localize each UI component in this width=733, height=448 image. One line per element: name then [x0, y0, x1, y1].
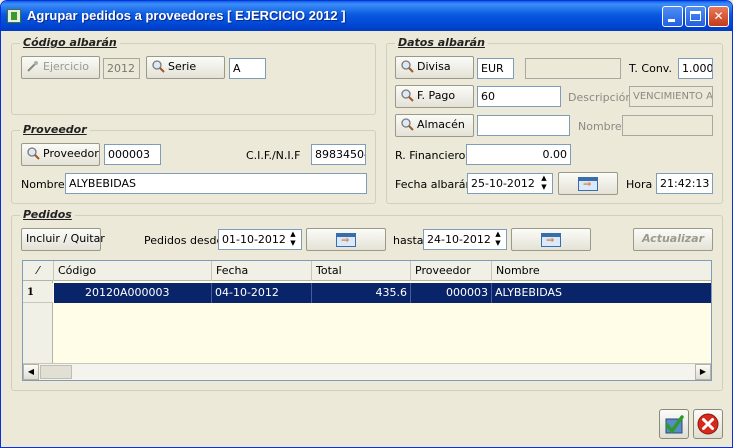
pedidos-hasta-calendar-button[interactable]: [511, 228, 591, 251]
almacen-button[interactable]: Almacén: [395, 114, 474, 137]
datos-albaran-title: Datos albarán: [395, 36, 488, 50]
rfinanciero-field[interactable]: 0.00: [466, 144, 571, 165]
cif-field[interactable]: 89834504: [311, 144, 366, 165]
descripcion-label: Descripción: [568, 91, 633, 104]
app-icon: [7, 9, 21, 23]
cancel-x-icon: [697, 413, 719, 435]
calendar-icon: [578, 177, 598, 191]
incluir-quitar-label: Incluir / Quitar: [26, 232, 105, 245]
proveedor-button[interactable]: Proveedor: [21, 143, 100, 166]
cell-total[interactable]: 435.6: [312, 283, 411, 303]
column-header-total[interactable]: Total: [312, 261, 411, 281]
pedidos-desde-label: Pedidos desde: [144, 234, 224, 247]
cell-proveedor[interactable]: 000003: [411, 283, 492, 303]
serie-field[interactable]: A: [229, 58, 266, 79]
cell-codigo[interactable]: 20120A000003: [54, 283, 212, 303]
scroll-thumb[interactable]: [40, 365, 72, 379]
codigo-albaran-group: Código albarán: [11, 36, 376, 115]
cell-nombre[interactable]: ALYBEBIDAS: [492, 283, 711, 303]
wand-icon: [26, 59, 40, 73]
tconv-field[interactable]: 1.000: [678, 58, 713, 79]
rfinanciero-label: R. Financiero: [395, 149, 466, 162]
proveedor-label: Proveedor: [43, 147, 99, 160]
fecha-albaran-calendar-button[interactable]: [558, 172, 618, 195]
cancel-button[interactable]: [693, 409, 723, 439]
pedidos-desde-calendar-button[interactable]: [306, 228, 386, 251]
grid-header: ⁄ Código Fecha Total Proveedor Nombre: [23, 261, 711, 281]
maximize-button[interactable]: [685, 6, 706, 27]
ejercicio-label: Ejercicio: [43, 60, 89, 73]
magnifier-icon: [151, 59, 165, 73]
spin-down-icon[interactable]: ▼: [537, 183, 551, 192]
column-header-proveedor[interactable]: Proveedor: [411, 261, 492, 281]
divisa-field[interactable]: EUR: [477, 58, 514, 79]
hora-field[interactable]: 21:42:13: [656, 173, 713, 194]
fecha-albaran-label: Fecha albarán: [395, 178, 473, 191]
cif-label: C.I.F./N.I.F: [246, 149, 301, 162]
pedidos-hasta-spinner[interactable]: ▲ ▼: [491, 230, 505, 249]
almacen-nombre-label: Nombre: [578, 120, 622, 133]
spin-up-icon[interactable]: ▲: [537, 174, 551, 183]
spin-up-icon[interactable]: ▲: [286, 230, 300, 239]
pedidos-hasta-label: hasta: [393, 234, 424, 247]
ejercicio-button[interactable]: Ejercicio: [21, 56, 100, 79]
actualizar-label: Actualizar: [642, 232, 704, 245]
accept-check-icon: [665, 415, 684, 434]
calendar-icon: [336, 233, 356, 247]
horizontal-scrollbar[interactable]: ◀ ▶: [23, 363, 711, 380]
close-button[interactable]: ✕: [708, 6, 729, 27]
spin-up-icon[interactable]: ▲: [491, 230, 505, 239]
magnifier-icon: [400, 88, 414, 102]
divisa-desc-field: [525, 58, 621, 79]
actualizar-button[interactable]: Actualizar: [633, 228, 713, 251]
serie-label: Serie: [168, 60, 197, 73]
fpago-field[interactable]: 60: [477, 86, 561, 107]
divisa-button[interactable]: Divisa: [395, 56, 474, 79]
grid-corner: ⁄: [23, 261, 54, 281]
proveedor-field[interactable]: 000003: [104, 144, 161, 165]
proveedor-title: Proveedor: [20, 123, 90, 137]
magnifier-icon: [26, 146, 40, 160]
row-number[interactable]: 1: [23, 283, 53, 303]
spin-down-icon[interactable]: ▼: [286, 239, 300, 248]
column-header-fecha[interactable]: Fecha: [212, 261, 312, 281]
descripcion-field: VENCIMIENTO A: [629, 86, 713, 107]
proveedor-nombre-field[interactable]: ALYBEBIDAS: [65, 173, 367, 194]
hora-label: Hora: [626, 178, 653, 191]
incluir-quitar-button[interactable]: Incluir / Quitar: [21, 228, 105, 251]
serie-button[interactable]: Serie: [146, 56, 225, 79]
almacen-nombre-field: [622, 115, 713, 136]
codigo-albaran-title: Código albarán: [20, 36, 120, 50]
fpago-label: F. Pago: [417, 89, 456, 102]
pedidos-title: Pedidos: [20, 208, 75, 222]
fecha-albaran-spinner[interactable]: ▲ ▼: [537, 174, 551, 193]
tconv-label: T. Conv.: [629, 62, 672, 75]
magnifier-icon: [400, 117, 414, 131]
maximize-icon: [690, 11, 701, 21]
spin-down-icon[interactable]: ▼: [491, 239, 505, 248]
pedidos-grid[interactable]: ⁄ Código Fecha Total Proveedor Nombre 1 …: [22, 260, 712, 381]
divisa-label: Divisa: [417, 60, 451, 73]
title-bar[interactable]: Agrupar pedidos a proveedores [ EJERCICI…: [1, 1, 732, 31]
proveedor-nombre-label: Nombre: [21, 178, 65, 191]
close-icon: ✕: [713, 9, 724, 23]
fpago-button[interactable]: F. Pago: [395, 85, 474, 108]
ejercicio-field: 2012: [103, 58, 140, 79]
column-header-codigo[interactable]: Código: [54, 261, 212, 281]
calendar-icon: [541, 233, 561, 247]
table-row[interactable]: 20120A000003 04-10-2012 435.6 000003 ALY…: [54, 283, 711, 303]
almacen-field[interactable]: [477, 115, 570, 136]
almacen-label: Almacén: [417, 118, 465, 131]
column-header-nombre[interactable]: Nombre: [492, 261, 711, 281]
cell-fecha[interactable]: 04-10-2012: [212, 283, 312, 303]
main-window: Agrupar pedidos a proveedores [ EJERCICI…: [0, 0, 733, 448]
window-title: Agrupar pedidos a proveedores [ EJERCICI…: [27, 8, 346, 23]
minimize-button[interactable]: [662, 6, 683, 27]
accept-button[interactable]: [659, 409, 689, 439]
minimize-icon: [668, 19, 675, 22]
scroll-right-icon[interactable]: ▶: [695, 364, 711, 380]
magnifier-icon: [400, 59, 414, 73]
pedidos-desde-spinner[interactable]: ▲ ▼: [286, 230, 300, 249]
scroll-left-icon[interactable]: ◀: [23, 364, 39, 380]
